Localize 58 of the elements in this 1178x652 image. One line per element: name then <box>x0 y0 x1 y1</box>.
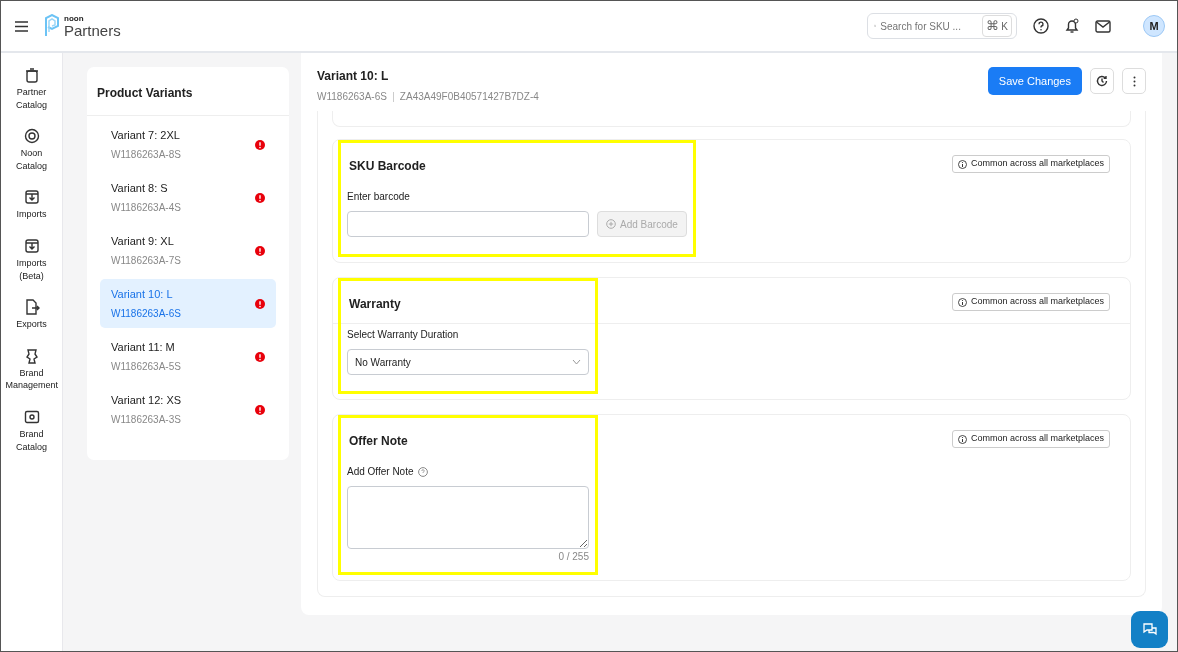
variant-item[interactable]: Variant 8: S W1186263A-4S <box>100 173 276 222</box>
variant-item[interactable]: Variant 11: M W1186263A-5S <box>100 332 276 381</box>
panel-title: Product Variants <box>87 67 289 116</box>
nav-label[interactable]: Brand Catalog <box>5 427 58 454</box>
history-button[interactable] <box>1090 68 1114 94</box>
info-icon <box>957 297 967 307</box>
import-icon[interactable] <box>23 189 40 206</box>
char-counter: 0 / 255 <box>558 551 589 562</box>
brand-name: noon <box>64 14 85 23</box>
info-icon <box>957 159 967 169</box>
history-icon <box>1096 75 1108 87</box>
brand-name: Partners <box>64 22 121 38</box>
nav-label[interactable]: Imports <box>16 208 47 221</box>
barcode-input[interactable] <box>347 211 589 237</box>
chevron-down-icon <box>572 359 581 365</box>
help-icon[interactable] <box>1033 18 1049 34</box>
search-field[interactable]: Search for SKU ... ⌘K <box>867 13 1017 39</box>
save-button[interactable]: Save Changes <box>987 67 1082 95</box>
nav-label[interactable]: Imports (Beta) <box>5 256 58 283</box>
logo-icon <box>44 14 60 38</box>
badge-icon[interactable] <box>23 347 40 364</box>
warranty-dropdown[interactable]: No Warranty <box>347 349 589 375</box>
menu-icon[interactable] <box>15 20 28 32</box>
sku-text: W1186263A-6S <box>317 91 387 102</box>
nav-label[interactable]: Brand Management <box>5 366 58 392</box>
section-title: Offer Note <box>349 433 409 450</box>
variant-title: Variant 10: L <box>317 68 390 85</box>
bin-icon[interactable] <box>23 67 40 83</box>
help-icon <box>417 466 428 477</box>
avatar[interactable]: M <box>1143 15 1165 37</box>
shortcut-key: ⌘K <box>982 15 1012 37</box>
variant-item[interactable]: Variant 7: 2XL W1186263A-8S <box>100 120 276 169</box>
marketplace-tag: Common across all marketplaces <box>951 293 1110 311</box>
nav-label[interactable]: Noon Catalog <box>5 147 58 173</box>
chat-button[interactable] <box>1131 611 1168 648</box>
section-title: SKU Barcode <box>349 158 427 175</box>
nav-label[interactable]: Exports <box>16 318 47 331</box>
chat-icon <box>1141 621 1158 638</box>
field-label: Select Warranty Duration <box>347 328 459 342</box>
field-label: Add Offer Note <box>347 465 414 479</box>
field-label: Enter barcode <box>347 190 410 204</box>
export-icon[interactable] <box>23 299 40 316</box>
mail-icon[interactable] <box>1095 19 1111 33</box>
marketplace-tag: Common across all marketplaces <box>951 155 1110 173</box>
nav-label[interactable]: Partner Catalog <box>5 86 58 112</box>
variant-item[interactable]: Variant 9: XL W1186263A-7S <box>100 226 276 275</box>
id-text: ZA43A49F0B40571427B7DZ-4 <box>399 91 539 102</box>
section-title: Warranty <box>349 296 402 313</box>
catalog-icon[interactable] <box>23 408 40 425</box>
bell-icon[interactable] <box>1065 18 1079 34</box>
import-icon[interactable] <box>23 237 40 254</box>
variant-item[interactable]: Variant 12: XS W1186263A-3S <box>100 385 276 434</box>
globe-icon[interactable] <box>23 128 40 145</box>
info-icon <box>957 434 967 444</box>
marketplace-tag: Common across all marketplaces <box>951 430 1110 448</box>
variant-item[interactable]: Variant 10: L W1186263A-6S <box>100 279 276 328</box>
plus-circle-icon <box>606 219 616 229</box>
more-icon <box>1132 75 1136 87</box>
